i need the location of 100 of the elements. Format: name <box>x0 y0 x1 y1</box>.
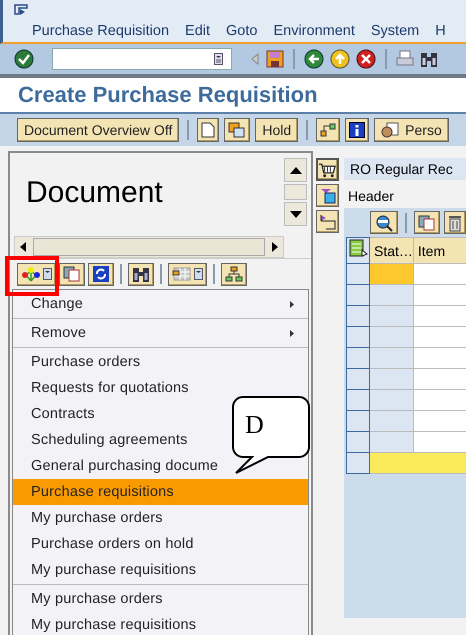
hierarchy-icon <box>320 122 336 138</box>
check-icon[interactable] <box>14 49 34 69</box>
vertical-scrollbar[interactable] <box>284 158 307 226</box>
header-label: Header <box>348 188 395 204</box>
row-selector[interactable] <box>346 348 370 368</box>
menu-option[interactable]: Remove <box>13 320 308 346</box>
document-overview-button[interactable]: Document Overview Off <box>17 118 180 142</box>
menu-option[interactable]: My purchase requisitions <box>13 557 308 583</box>
status-cell[interactable] <box>370 390 414 410</box>
horizontal-scrollbar[interactable] <box>14 236 284 258</box>
row-selector[interactable] <box>346 452 370 474</box>
menu-option[interactable]: Purchase orders on hold <box>13 531 308 557</box>
copy-button[interactable] <box>59 262 85 286</box>
document-type-field[interactable]: RO Regular Rec <box>344 158 466 180</box>
item-cell[interactable] <box>413 368 466 390</box>
screen-title: Create Purchase Requisition <box>18 82 318 108</box>
info-button[interactable] <box>345 118 370 142</box>
cancel-icon[interactable] <box>356 49 376 69</box>
dropdown-icon[interactable] <box>214 53 223 65</box>
binoculars-icon <box>132 265 150 283</box>
scroll-up-icon[interactable] <box>290 166 302 174</box>
structure-button[interactable] <box>221 262 247 286</box>
refresh-button[interactable] <box>88 262 114 286</box>
save-icon[interactable] <box>266 50 284 68</box>
menu-item[interactable]: Purchase Requisition <box>32 23 170 39</box>
menu-option[interactable]: Requests for quotations <box>13 375 308 401</box>
layout-button[interactable] <box>168 262 207 286</box>
item-cell[interactable] <box>413 264 466 284</box>
menu-item[interactable]: Edit <box>185 23 210 39</box>
menu-option[interactable]: My purchase orders <box>13 505 308 531</box>
column-header[interactable]: Stat… <box>370 238 414 264</box>
status-cell[interactable] <box>370 368 414 390</box>
menu-item[interactable]: Goto <box>226 23 258 39</box>
item-cell[interactable] <box>413 306 466 326</box>
row-selector[interactable] <box>346 390 370 410</box>
binoculars-icon[interactable] <box>420 50 438 68</box>
document-icon <box>201 122 216 138</box>
callout-tooltip-label: D <box>245 410 264 440</box>
menu-item[interactable]: System <box>370 23 420 39</box>
item-cell[interactable] <box>413 410 466 432</box>
menu-item[interactable]: Environment <box>273 23 355 39</box>
status-cell[interactable] <box>370 410 414 432</box>
column-header[interactable]: Item <box>413 238 466 264</box>
status-cell[interactable] <box>370 264 414 284</box>
row-selector[interactable] <box>346 432 370 452</box>
scroll-down-icon[interactable] <box>290 210 302 218</box>
details-button[interactable] <box>370 211 398 234</box>
status-cell[interactable] <box>370 432 414 452</box>
cart-button[interactable] <box>316 158 339 181</box>
menu-option[interactable]: Purchase orders <box>13 349 308 375</box>
scrollbar-thumb[interactable] <box>284 184 307 200</box>
tree-icon <box>21 265 41 283</box>
submenu-arrow-icon <box>290 300 294 308</box>
find-button[interactable] <box>128 262 154 286</box>
hierarchy-button[interactable] <box>316 118 340 142</box>
dropdown-icon <box>43 268 52 280</box>
item-cell[interactable] <box>413 326 466 348</box>
delete-button[interactable] <box>444 211 466 234</box>
copy-row-button[interactable] <box>414 211 440 234</box>
menu-option[interactable]: Change <box>13 291 308 317</box>
status-cell[interactable] <box>370 284 414 306</box>
item-cell[interactable] <box>413 390 466 410</box>
submenu-arrow-icon <box>290 330 294 336</box>
highlight-frame <box>5 256 59 296</box>
row-selector[interactable] <box>346 264 370 284</box>
window-menu-icon[interactable] <box>14 4 28 16</box>
menu-option[interactable]: Purchase requisitions <box>13 479 308 505</box>
item-cell[interactable] <box>413 284 466 306</box>
row-selector[interactable] <box>346 306 370 326</box>
row-selector[interactable] <box>346 326 370 348</box>
status-cell[interactable] <box>370 306 414 326</box>
menu-option[interactable]: My purchase orders <box>13 586 308 612</box>
scroll-right-icon[interactable] <box>271 242 279 252</box>
person-card-icon <box>381 122 400 138</box>
personal-settings-button[interactable]: Perso <box>374 118 449 142</box>
copy-document-button[interactable] <box>224 118 250 142</box>
menu-option[interactable]: My purchase requisitions <box>13 612 308 635</box>
menu-option[interactable]: General purchasing docume <box>13 453 308 479</box>
header-collapse-button[interactable] <box>316 210 339 233</box>
dropdown-icon <box>194 268 203 280</box>
row-selector[interactable] <box>346 410 370 432</box>
row-selector[interactable] <box>346 284 370 306</box>
document-overview-title: Document <box>25 175 164 211</box>
hold-button[interactable]: Hold <box>255 118 298 142</box>
table-icon <box>172 266 192 282</box>
exit-icon[interactable] <box>330 49 350 69</box>
item-cell[interactable] <box>413 348 466 368</box>
back-icon[interactable] <box>304 49 324 69</box>
selection-variant-button[interactable] <box>17 262 56 286</box>
select-all-icon[interactable] <box>348 238 368 258</box>
row-selector[interactable] <box>346 368 370 390</box>
scroll-left-icon[interactable] <box>19 242 27 252</box>
item-cell[interactable] <box>413 432 466 452</box>
new-document-button[interactable] <box>197 118 220 142</box>
command-field[interactable] <box>52 48 232 70</box>
header-expand-button[interactable] <box>316 184 339 207</box>
status-cell[interactable] <box>370 348 414 368</box>
print-icon[interactable] <box>396 50 414 68</box>
status-cell[interactable] <box>370 326 414 348</box>
menu-item[interactable]: H <box>435 23 446 39</box>
